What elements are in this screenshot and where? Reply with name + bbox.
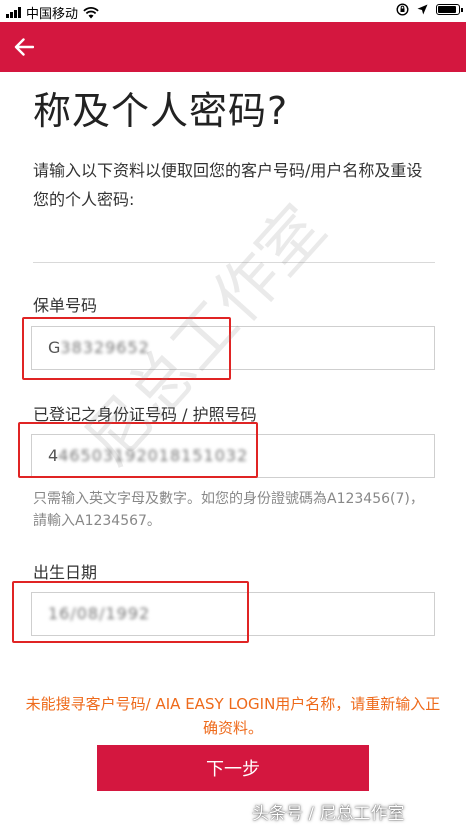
highlight-box-id xyxy=(18,422,258,478)
instruction-text: 请输入以下资料以便取回您的客户号码/用户名称及重设您的个人密码: xyxy=(33,161,423,209)
back-button[interactable] xyxy=(8,31,40,63)
highlight-box-policy xyxy=(22,317,231,380)
page-title: 称及个人密码? xyxy=(33,89,289,133)
signal-strength-icon xyxy=(6,7,21,18)
next-button[interactable]: 下一步 xyxy=(97,745,369,791)
divider xyxy=(33,262,435,263)
watermark-text: 头条号 / 尼总工作室 xyxy=(252,804,405,824)
carrier-name: 中国移动 xyxy=(26,7,79,22)
location-icon xyxy=(417,4,428,15)
error-message: 未能搜寻客户号码/ AIA EASY LOGIN用户名称，请重新输入正确资料。 xyxy=(25,695,441,737)
id-format-hint: 只需输入英文字母及數字。如您的身份證號碼為A123456(7)，請輸入A1234… xyxy=(33,491,424,529)
arrow-left-icon xyxy=(14,38,34,56)
wifi-icon xyxy=(83,6,99,18)
birth-date-label: 出生日期 xyxy=(33,563,98,582)
policy-number-label: 保单号码 xyxy=(33,296,98,315)
status-left: 中国移动 xyxy=(6,3,99,22)
battery-fill xyxy=(438,6,456,13)
orientation-lock-icon xyxy=(396,3,409,16)
status-right xyxy=(396,3,463,16)
highlight-box-birth xyxy=(12,581,249,643)
battery-icon xyxy=(436,4,463,15)
app-header xyxy=(0,22,466,72)
status-bar: 中国移动 xyxy=(0,0,466,22)
